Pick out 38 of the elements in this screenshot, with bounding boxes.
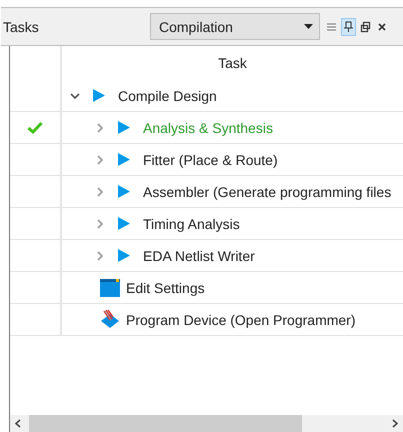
panel-title: Tasks — [3, 18, 40, 34]
play-icon — [117, 184, 131, 199]
task-label[interactable]: Program Device (Open Programmer) — [126, 312, 356, 328]
task-label[interactable]: Assembler (Generate programming files — [143, 184, 392, 200]
caret-icon — [304, 24, 313, 29]
task-row[interactable]: Program Device (Open Programmer) — [10, 304, 403, 336]
task-label[interactable]: Fitter (Place & Route) — [143, 152, 278, 168]
task-label[interactable]: Compile Design — [118, 88, 217, 104]
task-row[interactable]: Compile Design — [10, 80, 403, 112]
task-label[interactable]: Edit Settings — [126, 280, 205, 296]
pin-icon[interactable] — [342, 18, 355, 34]
play-icon — [117, 216, 131, 231]
expand-icon[interactable] — [95, 218, 105, 228]
task-label[interactable]: Timing Analysis — [143, 216, 240, 232]
flow-dropdown[interactable]: Compilation — [150, 13, 320, 40]
column-header: Task — [217, 54, 248, 73]
device-icon — [100, 310, 120, 329]
expand-icon[interactable] — [95, 154, 105, 164]
expand-icon[interactable] — [95, 250, 105, 260]
task-row[interactable]: EDA Netlist Writer — [10, 240, 403, 272]
window-icon — [100, 278, 120, 296]
scroll-right-icon[interactable] — [392, 419, 398, 428]
task-label[interactable]: Analysis & Synthesis — [143, 120, 273, 136]
scrollbar-thumb[interactable] — [29, 415, 302, 432]
expand-icon[interactable] — [95, 122, 105, 132]
task-row[interactable]: Fitter (Place & Route) — [10, 144, 403, 176]
play-icon — [117, 120, 131, 135]
task-row[interactable]: Timing Analysis — [10, 208, 403, 240]
task-label[interactable]: EDA Netlist Writer — [143, 248, 255, 264]
play-icon — [92, 88, 106, 103]
collapse-icon[interactable] — [70, 90, 80, 100]
horizontal-scrollbar[interactable] — [10, 415, 403, 432]
play-icon — [117, 152, 131, 167]
play-icon — [117, 248, 131, 263]
scroll-left-icon[interactable] — [15, 419, 21, 428]
expand-icon[interactable] — [95, 186, 105, 196]
task-row[interactable]: Edit Settings — [10, 272, 403, 304]
task-row[interactable]: Assembler (Generate programming files — [10, 176, 403, 208]
